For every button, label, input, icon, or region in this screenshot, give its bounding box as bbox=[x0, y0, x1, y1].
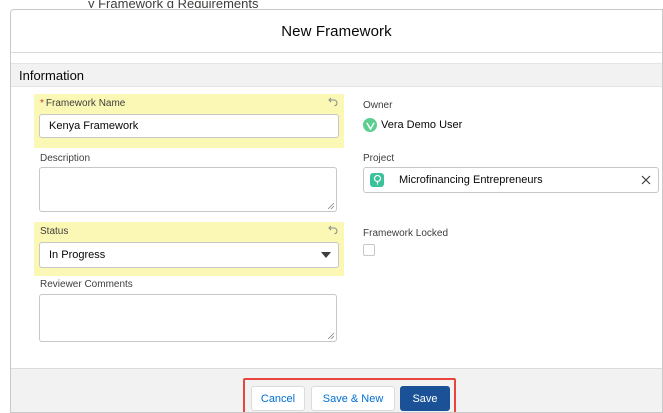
chevron-down-icon[interactable] bbox=[321, 252, 331, 258]
framework-name-value: Kenya Framework bbox=[49, 120, 139, 132]
framework-locked-checkbox[interactable] bbox=[363, 244, 375, 256]
description-label: Description bbox=[40, 153, 91, 164]
status-label: Status bbox=[40, 226, 69, 237]
save-and-new-button[interactable]: Save & New bbox=[311, 386, 395, 411]
project-glyph-icon bbox=[373, 175, 381, 185]
section-header-information[interactable]: Information bbox=[11, 63, 662, 87]
framework-name-field: * Framework Name Kenya Framework bbox=[34, 94, 344, 148]
resize-grip-icon[interactable] bbox=[327, 332, 334, 339]
save-button[interactable]: Save bbox=[400, 386, 450, 411]
framework-name-label: * Framework Name bbox=[40, 98, 125, 109]
framework-name-label-text: Framework Name bbox=[45, 98, 126, 109]
reviewer-comments-field: Reviewer Comments bbox=[34, 276, 344, 346]
project-lookup[interactable]: Microfinancing Entrepreneurs bbox=[363, 167, 659, 193]
modal-header: New Framework bbox=[11, 10, 662, 53]
cancel-button[interactable]: Cancel bbox=[251, 386, 305, 411]
status-select[interactable]: In Progress bbox=[39, 242, 339, 268]
undo-icon[interactable] bbox=[328, 224, 338, 234]
status-field: Status In Progress bbox=[34, 222, 344, 276]
description-textarea[interactable] bbox=[39, 167, 337, 212]
undo-icon[interactable] bbox=[328, 96, 338, 106]
reviewer-comments-textarea[interactable] bbox=[39, 294, 337, 342]
reviewer-comments-label: Reviewer Comments bbox=[40, 279, 133, 290]
owner-value-row[interactable]: Vera Demo User bbox=[363, 117, 462, 133]
status-value: In Progress bbox=[49, 249, 106, 261]
close-icon[interactable] bbox=[641, 175, 651, 185]
modal-title: New Framework bbox=[281, 22, 392, 40]
owner-label: Owner bbox=[363, 100, 393, 111]
framework-locked-label: Framework Locked bbox=[363, 228, 449, 239]
framework-name-input[interactable]: Kenya Framework bbox=[39, 114, 339, 138]
section-title: Information bbox=[19, 67, 85, 83]
required-marker: * bbox=[40, 98, 44, 109]
avatar-glyph-icon bbox=[365, 121, 375, 130]
modal-footer: Cancel Save & New Save bbox=[11, 368, 662, 412]
new-framework-modal: New Framework Information * Framework Nam… bbox=[10, 9, 663, 413]
owner-name: Vera Demo User bbox=[381, 119, 463, 131]
project-value: Microfinancing Entrepreneurs bbox=[399, 174, 543, 186]
description-field: Description bbox=[34, 150, 344, 214]
project-icon bbox=[370, 173, 384, 187]
background-cut-text: y Framework g Requirements bbox=[88, 0, 259, 8]
project-label: Project bbox=[363, 153, 395, 164]
user-avatar-icon bbox=[363, 118, 377, 132]
resize-grip-icon[interactable] bbox=[327, 202, 334, 209]
